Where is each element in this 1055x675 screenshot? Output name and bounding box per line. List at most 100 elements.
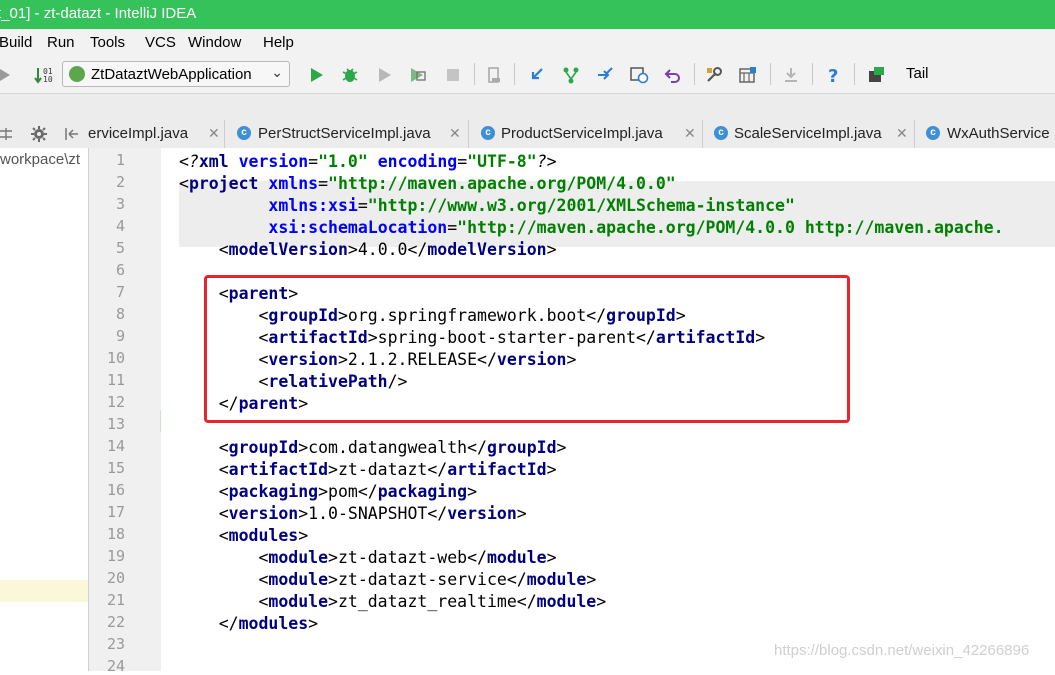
code-token: xsi xyxy=(328,196,358,215)
tab-perstruct-service-impl[interactable]: c PerStructServiceImpl.java ✕ xyxy=(226,120,469,148)
code-token: module xyxy=(536,592,597,611)
close-icon[interactable]: ✕ xyxy=(684,125,696,142)
code-token: modelVersion xyxy=(228,240,348,259)
line-number: 3 xyxy=(115,195,125,213)
debug-icon[interactable] xyxy=(340,65,360,85)
help-icon[interactable]: ? xyxy=(823,65,843,85)
tab-label: PerStructServiceImpl.java xyxy=(258,125,431,142)
selected-row[interactable] xyxy=(0,580,88,602)
code-token: <? xyxy=(179,152,199,171)
tab-scale-service-impl[interactable]: c ScaleServiceImpl.java ✕ xyxy=(704,120,915,148)
project-structure-icon[interactable] xyxy=(738,65,758,85)
class-icon: c xyxy=(926,126,940,140)
line-number: 22 xyxy=(106,613,125,631)
collapse-icon[interactable] xyxy=(0,126,14,142)
line-number: 1 xyxy=(115,151,125,169)
profile-icon[interactable] xyxy=(408,65,428,85)
menu-vcs[interactable]: VCS xyxy=(145,34,176,51)
code-line: </modules> xyxy=(179,613,318,635)
menu-run[interactable]: Run xyxy=(47,34,75,51)
line-number: 4 xyxy=(115,217,125,235)
menu-bar: Build Run Tools VCS Window Help xyxy=(0,29,1055,56)
code-token: >1.0-SNAPSHOT</ xyxy=(298,504,448,523)
run-icon[interactable] xyxy=(306,65,326,85)
tail-label[interactable]: Tail xyxy=(906,65,929,82)
build-icon[interactable] xyxy=(484,65,504,85)
code-token: version xyxy=(447,504,517,523)
close-icon[interactable]: ✕ xyxy=(449,125,461,142)
code-token: version xyxy=(238,152,309,171)
line-number: 13 xyxy=(106,415,125,433)
code-token: > xyxy=(556,438,567,457)
vcs-history-icon[interactable] xyxy=(629,65,649,85)
code-token: < xyxy=(179,438,229,457)
line-number: 16 xyxy=(106,481,125,499)
code-token: version xyxy=(228,504,299,523)
code-token: < xyxy=(179,504,229,523)
menu-build[interactable]: Build xyxy=(0,34,32,51)
line-number: 5 xyxy=(115,239,125,257)
code-line: xsi:schemaLocation="http://maven.apache.… xyxy=(179,217,1003,239)
line-number: 24 xyxy=(106,657,125,675)
download-icon[interactable] xyxy=(781,65,801,85)
settings-icon[interactable] xyxy=(704,65,724,85)
code-token: > xyxy=(467,482,478,501)
close-icon[interactable]: ✕ xyxy=(896,125,908,142)
toolbar-separator xyxy=(514,63,515,85)
gear-icon[interactable] xyxy=(30,125,48,143)
code-token: < xyxy=(179,570,269,589)
code-token: artifactId xyxy=(228,460,329,479)
hide-panel-icon[interactable] xyxy=(64,126,80,142)
vcs-update-icon[interactable] xyxy=(527,65,547,85)
run-coverage-icon[interactable] xyxy=(374,65,394,85)
code-line: <groupId>com.datangwealth</groupId> xyxy=(179,437,567,459)
code-token: < xyxy=(179,482,229,501)
tab-wxauth-service[interactable]: c WxAuthService xyxy=(916,120,1055,148)
main-toolbar: 01 10 ZtDataztWebApplication ⌄ ? Tail xyxy=(0,56,1055,94)
code-token: groupId xyxy=(228,438,299,457)
code-token: >com.datangwealth</ xyxy=(298,438,487,457)
vcs-branch-icon[interactable] xyxy=(561,65,581,85)
run-configuration-label: ZtDataztWebApplication xyxy=(91,66,252,83)
class-icon: c xyxy=(714,126,728,140)
line-number: 19 xyxy=(106,547,125,565)
tab-label: WxAuthService xyxy=(947,125,1050,142)
code-line: <module>zt_datazt_realtime</module> xyxy=(179,591,606,613)
editor-tab-row: erviceImpl.java ✕ c PerStructServiceImpl… xyxy=(0,120,1055,149)
stop-icon[interactable] xyxy=(443,65,463,85)
terminal-icon[interactable] xyxy=(866,65,886,85)
tab-service-impl[interactable]: erviceImpl.java ✕ xyxy=(88,120,225,148)
code-token: = xyxy=(308,152,319,171)
code-token: > xyxy=(546,460,557,479)
watermark: https://blog.csdn.net/weixin_42266896 xyxy=(774,642,1030,659)
line-number: 10 xyxy=(106,349,125,367)
undo-icon[interactable] xyxy=(663,65,683,85)
line-number: 6 xyxy=(115,261,125,279)
code-token: modelVersion xyxy=(427,240,547,259)
code-token: packaging xyxy=(377,482,468,501)
vcs-push-icon[interactable] xyxy=(595,65,615,85)
code-token: >pom</ xyxy=(318,482,378,501)
code-token: xsi: xyxy=(268,218,309,237)
navigation-bar xyxy=(0,94,1055,120)
sort-icon[interactable]: 0110 xyxy=(33,65,53,85)
menu-help[interactable]: Help xyxy=(263,34,294,51)
tab-label: erviceImpl.java xyxy=(88,125,189,142)
line-number: 12 xyxy=(106,393,125,411)
tab-product-service-impl[interactable]: c ProductServiceImpl.java ✕ xyxy=(470,120,703,148)
code-token: >zt-datazt</ xyxy=(328,460,448,479)
code-token: artifactId xyxy=(447,460,547,479)
menu-tools[interactable]: Tools xyxy=(90,34,125,51)
toolbar-separator xyxy=(812,63,813,85)
menu-window[interactable]: Window xyxy=(188,34,241,51)
code-token: module xyxy=(526,570,587,589)
line-number: 15 xyxy=(106,459,125,477)
code-token: < xyxy=(179,174,189,193)
close-icon[interactable]: ✕ xyxy=(208,125,220,142)
back-arrow-icon[interactable] xyxy=(0,65,16,85)
code-token: modules xyxy=(238,614,309,633)
run-configuration-select[interactable]: ZtDataztWebApplication ⌄ xyxy=(62,61,290,87)
code-token: "UTF-8" xyxy=(467,152,537,171)
line-number: 14 xyxy=(106,437,125,455)
